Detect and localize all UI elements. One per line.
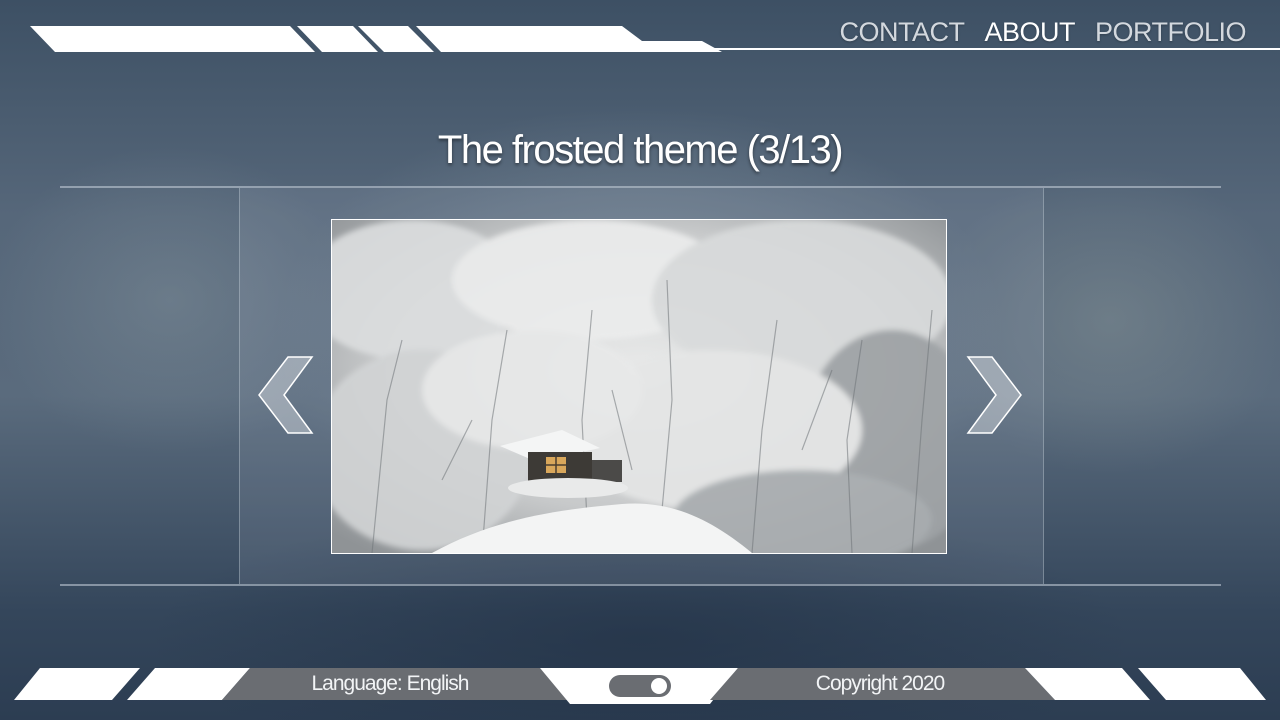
- stage-bottom-rule: [60, 584, 1221, 586]
- nav-about[interactable]: ABOUT: [984, 17, 1075, 48]
- chevron-right-icon[interactable]: [966, 356, 1022, 434]
- nav-contact[interactable]: CONTACT: [839, 17, 965, 48]
- toggle-knob: [651, 678, 667, 694]
- top-decorative-bar: [30, 26, 722, 52]
- language-selector[interactable]: Language: English: [260, 672, 520, 696]
- copyright-text: Copyright 2020: [815, 672, 945, 695]
- theme-toggle[interactable]: [609, 675, 671, 697]
- stage-right-rule: [1043, 188, 1044, 584]
- main-nav: CONTACT ABOUT PORTFOLIO: [839, 17, 1246, 48]
- chevron-left-icon[interactable]: [258, 356, 314, 434]
- snowy-forest-cabin-image: [332, 220, 946, 553]
- top-rule: [700, 48, 1280, 50]
- nav-portfolio[interactable]: PORTFOLIO: [1095, 17, 1247, 48]
- stage-left-rule: [239, 188, 240, 584]
- page-title: The frosted theme (3/13): [437, 128, 844, 172]
- stage-top-rule: [60, 186, 1221, 188]
- slide-photo: [331, 219, 947, 554]
